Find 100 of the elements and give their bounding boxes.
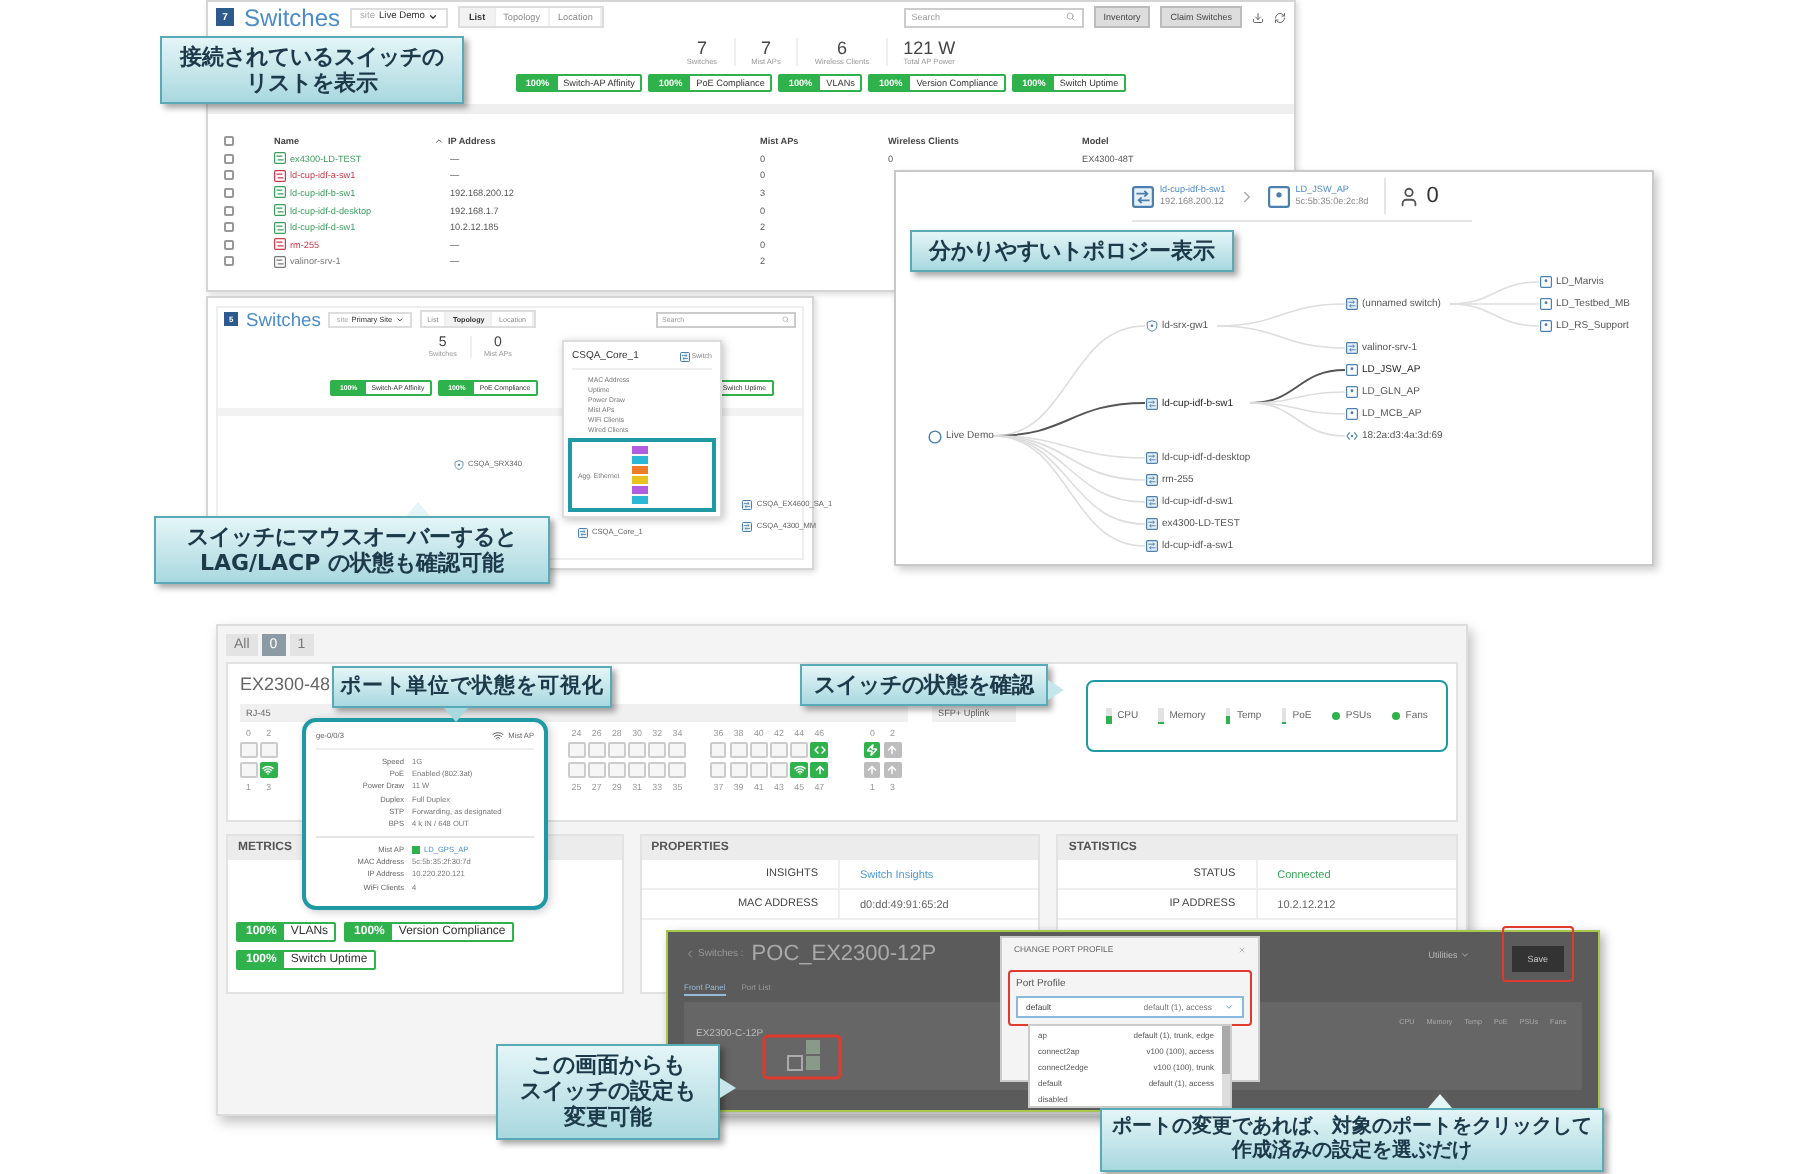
port[interactable] xyxy=(240,741,257,758)
port[interactable] xyxy=(863,761,881,778)
switch-icon xyxy=(1132,185,1154,207)
switch-icon xyxy=(578,527,589,538)
access-point-icon xyxy=(1346,364,1358,376)
port[interactable] xyxy=(648,761,666,778)
port-panel-drawing xyxy=(762,1034,842,1080)
port[interactable] xyxy=(790,741,808,758)
caret-icon xyxy=(1224,1002,1234,1012)
port[interactable] xyxy=(628,741,646,758)
wifi-icon xyxy=(492,730,505,742)
checkbox[interactable] xyxy=(224,187,234,198)
port[interactable] xyxy=(730,741,748,758)
switch-icon xyxy=(742,499,753,510)
access-point-icon xyxy=(1267,185,1290,207)
port[interactable] xyxy=(588,741,606,758)
port[interactable] xyxy=(668,741,686,758)
callout-text: ポートの変更であれば、対象のポートをクリックして xyxy=(1112,1116,1592,1138)
search-icon xyxy=(1066,12,1076,22)
port[interactable] xyxy=(884,761,902,778)
callout-text: ポート単位で状態を可視化 xyxy=(340,674,604,700)
callout-text: スイッチの状態を確認 xyxy=(814,672,1034,699)
switch-icon xyxy=(1346,342,1358,354)
port[interactable] xyxy=(608,761,626,778)
port[interactable] xyxy=(568,761,585,778)
wifi-icon xyxy=(262,763,275,776)
callout-pointer xyxy=(720,1077,736,1098)
page-title: Switches xyxy=(246,309,321,330)
switch-icon xyxy=(1346,298,1358,310)
switch-icon xyxy=(1146,496,1158,508)
access-point-icon xyxy=(1346,386,1358,398)
callout-pointer xyxy=(444,707,469,722)
callout-text: 作成済みの設定を選ぶだけ xyxy=(1232,1140,1472,1164)
port[interactable] xyxy=(568,741,585,758)
caret-icon xyxy=(1459,949,1470,959)
stat-value: 121 W xyxy=(903,38,956,58)
port[interactable] xyxy=(588,761,606,778)
callout-text: スイッチにマウスオーバーすると xyxy=(187,524,517,551)
access-point-icon xyxy=(1346,408,1358,420)
port[interactable] xyxy=(709,741,727,758)
checkbox[interactable] xyxy=(224,153,234,164)
user-icon xyxy=(1398,185,1421,207)
checkbox[interactable] xyxy=(224,239,234,250)
port[interactable] xyxy=(863,741,881,758)
download-icon[interactable] xyxy=(1252,11,1264,23)
switch-title: POC_EX2300-12P xyxy=(751,942,937,966)
port[interactable] xyxy=(790,761,808,778)
switch-icon xyxy=(1146,540,1158,552)
callout-text: 分かりやすいトポロジー表示 xyxy=(929,238,1215,265)
switch-icon xyxy=(1146,518,1158,530)
link-line xyxy=(1216,325,1346,349)
refresh-icon[interactable] xyxy=(1274,11,1286,23)
access-point-icon xyxy=(1540,276,1552,288)
switch-icon xyxy=(1146,474,1158,486)
callout-text: 変更可能 xyxy=(564,1104,652,1132)
arrow-up-icon xyxy=(886,763,899,776)
port[interactable] xyxy=(884,741,902,758)
client-count: 0 xyxy=(1426,184,1439,208)
callout-pointer xyxy=(406,502,431,516)
checkbox[interactable] xyxy=(224,205,234,216)
port[interactable] xyxy=(770,761,788,778)
callout-pointer xyxy=(1048,679,1064,700)
port[interactable] xyxy=(709,761,727,778)
port[interactable] xyxy=(668,761,686,778)
sort-icon[interactable] xyxy=(434,135,444,145)
switch-icon xyxy=(1146,452,1158,464)
port[interactable] xyxy=(240,761,257,778)
callout-text: リストを表示 xyxy=(246,70,378,97)
port[interactable] xyxy=(750,761,768,778)
port[interactable] xyxy=(648,741,666,758)
arrow-up-icon xyxy=(886,743,899,756)
checkbox[interactable] xyxy=(224,170,234,181)
port[interactable] xyxy=(608,741,626,758)
callout-text: この画面からも xyxy=(531,1052,685,1079)
checkbox[interactable] xyxy=(224,135,234,145)
circle-icon xyxy=(928,429,942,443)
arrow-up-icon xyxy=(813,763,826,776)
stat-value: 7 xyxy=(696,38,707,58)
switch-icon xyxy=(1146,397,1158,409)
port[interactable] xyxy=(628,761,646,778)
port[interactable] xyxy=(750,741,768,758)
port[interactable] xyxy=(810,741,828,758)
checkbox[interactable] xyxy=(224,222,234,233)
port[interactable] xyxy=(260,761,278,778)
port[interactable] xyxy=(730,761,748,778)
checkbox[interactable] xyxy=(224,256,234,267)
wifi-icon xyxy=(793,763,806,776)
scrollbar[interactable] xyxy=(1222,1026,1230,1106)
stat-value: 7 xyxy=(760,38,771,58)
lightning-icon xyxy=(866,743,879,756)
back-icon xyxy=(684,948,696,960)
switch-model: EX2300-48 xyxy=(240,674,331,694)
port[interactable] xyxy=(260,741,278,758)
client-icon xyxy=(1346,430,1358,442)
access-point-icon xyxy=(1540,298,1552,310)
stat-value: 6 xyxy=(836,38,847,58)
access-point-icon xyxy=(1540,320,1552,332)
port[interactable] xyxy=(810,761,828,778)
port[interactable] xyxy=(770,741,788,758)
page-title: Switches xyxy=(244,3,341,31)
